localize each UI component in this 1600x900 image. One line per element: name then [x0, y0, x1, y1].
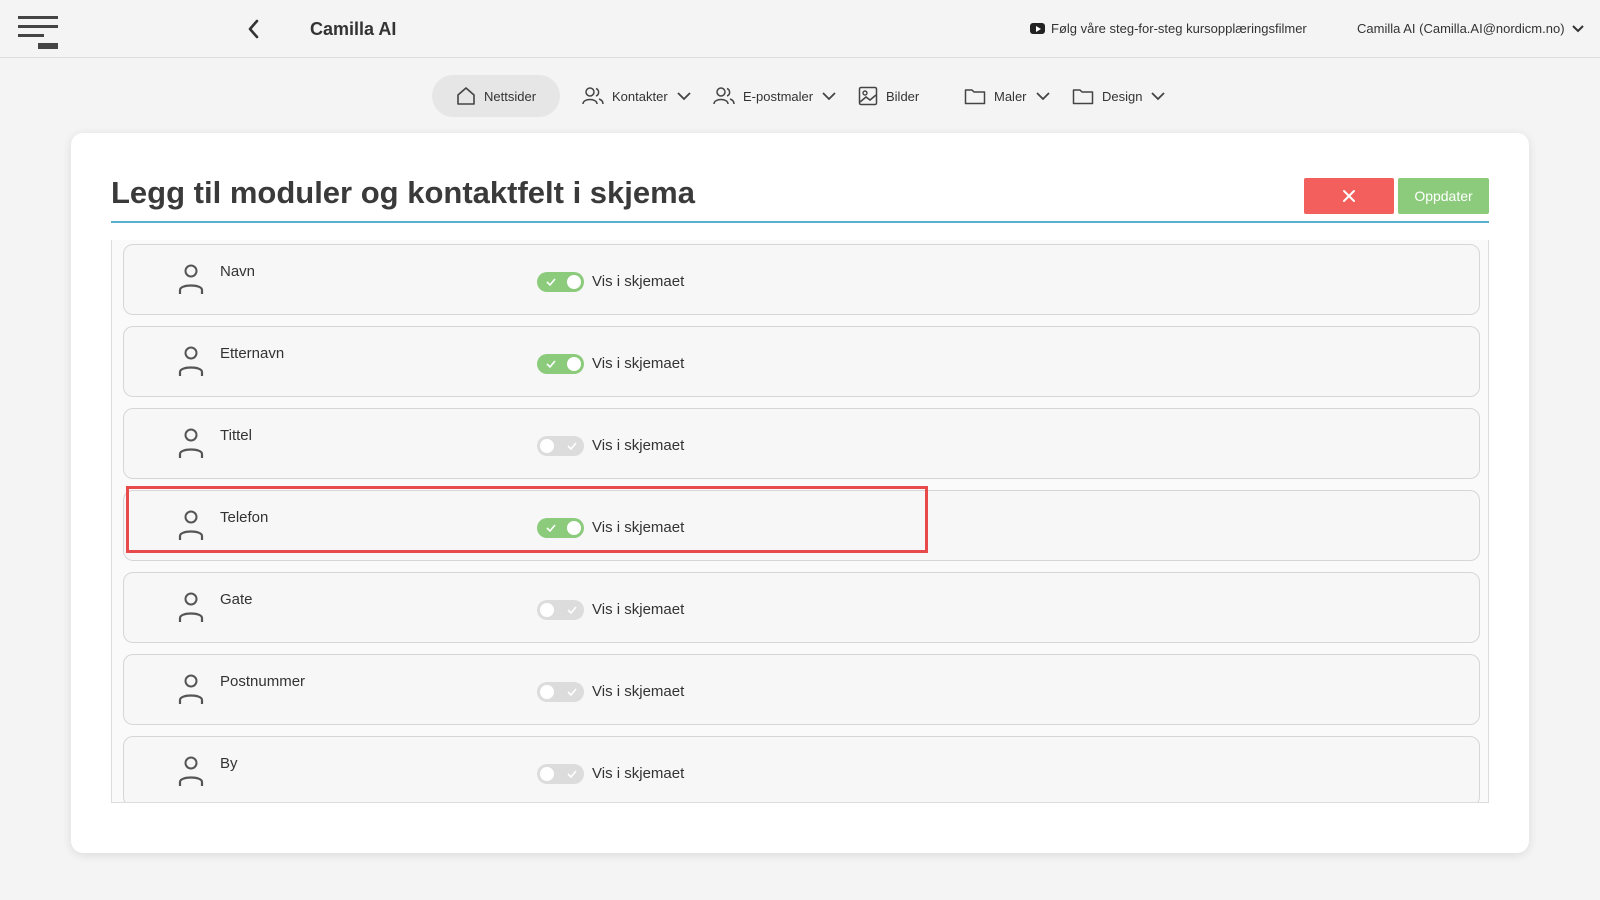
close-icon — [1343, 190, 1355, 202]
visibility-toggle[interactable] — [537, 436, 584, 456]
toggle-label: Vis i skjemaet — [592, 519, 685, 536]
person-icon — [178, 510, 204, 540]
field-label: By — [220, 755, 238, 772]
nav-item-label: Maler — [994, 88, 1027, 104]
field-row-by: By Vis i skjemaet — [123, 736, 1480, 802]
field-label: Tittel — [220, 427, 252, 444]
field-label: Telefon — [220, 509, 269, 526]
field-row-etternavn: Etternavn Vis i skjemaet — [123, 326, 1480, 397]
field-row-tittel: Tittel Vis i skjemaet — [123, 408, 1480, 479]
person-icon — [178, 428, 204, 458]
youtube-icon — [1030, 23, 1045, 34]
field-label: Etternavn — [220, 345, 285, 362]
toggle-label: Vis i skjemaet — [592, 683, 685, 700]
field-label: Gate — [220, 591, 253, 608]
toggle-label: Vis i skjemaet — [592, 601, 685, 618]
chevron-down-icon — [1151, 92, 1166, 101]
check-icon — [546, 278, 556, 287]
tutorial-link-label: Følg våre steg-for-steg kursopplæringsfi… — [1051, 21, 1307, 36]
field-label: Postnummer — [220, 673, 306, 690]
nav-item-label: Kontakter — [612, 88, 668, 104]
check-icon — [567, 606, 577, 615]
nav-item-design[interactable]: Design — [1072, 75, 1166, 117]
main-nav: Nettsider Kontakter E-postmaler Bilder M… — [0, 75, 1600, 117]
top-bar: Camilla AI Følg våre steg-for-steg kurso… — [0, 0, 1600, 58]
home-icon — [457, 87, 475, 105]
image-icon — [858, 86, 878, 106]
nav-item-epostmaler[interactable]: E-postmaler — [713, 75, 837, 117]
back-arrow-icon[interactable] — [244, 18, 264, 40]
field-label: Navn — [220, 263, 256, 280]
field-row-postnummer: Postnummer Vis i skjemaet — [123, 654, 1480, 725]
check-icon — [546, 360, 556, 369]
nav-item-kontakter[interactable]: Kontakter — [582, 75, 692, 117]
nav-item-label: E-postmaler — [743, 88, 814, 104]
field-row-gate: Gate Vis i skjemaet — [123, 572, 1480, 643]
close-button[interactable] — [1304, 178, 1394, 214]
chevron-down-icon — [822, 92, 836, 101]
person-icon — [178, 264, 204, 294]
toggle-label: Vis i skjemaet — [592, 765, 685, 782]
visibility-toggle[interactable] — [537, 682, 584, 702]
visibility-toggle[interactable] — [537, 354, 584, 374]
person-icon — [178, 674, 204, 704]
tutorial-link[interactable]: Følg våre steg-for-steg kursopplæringsfi… — [1030, 21, 1307, 36]
nav-item-label: Nettsider — [484, 88, 537, 104]
nav-item-label: Bilder — [886, 88, 920, 104]
nav-item-label: Design — [1102, 88, 1143, 104]
check-icon — [546, 524, 556, 533]
toggle-label: Vis i skjemaet — [592, 355, 685, 372]
nav-item-bilder[interactable]: Bilder — [858, 75, 919, 117]
field-list[interactable]: Navn Vis i skjemaet Etternavn Vis i skje… — [111, 240, 1489, 803]
form-fields-dialog: Legg til moduler og kontaktfelt i skjema… — [71, 133, 1529, 853]
toggle-label: Vis i skjemaet — [592, 273, 685, 290]
toggle-label: Vis i skjemaet — [592, 437, 685, 454]
title-divider — [111, 221, 1489, 223]
check-icon — [567, 770, 577, 779]
person-icon — [178, 346, 204, 376]
visibility-toggle[interactable] — [537, 272, 584, 292]
field-row-telefon: Telefon Vis i skjemaet — [123, 490, 1480, 561]
chevron-down-icon — [1035, 92, 1050, 101]
visibility-toggle[interactable] — [537, 600, 584, 620]
visibility-toggle[interactable] — [537, 764, 584, 784]
update-button[interactable]: Oppdater — [1398, 178, 1489, 214]
menu-icon[interactable] — [18, 16, 60, 54]
app-title: Camilla AI — [310, 19, 397, 39]
chevron-down-icon — [677, 92, 691, 101]
user-menu[interactable]: Camilla AI (Camilla.AI@nordicm.no) — [1357, 21, 1585, 36]
field-row-navn: Navn Vis i skjemaet — [123, 244, 1480, 315]
visibility-toggle[interactable] — [537, 518, 584, 538]
check-icon — [567, 688, 577, 697]
folder-icon — [1072, 89, 1094, 105]
person-icon — [178, 592, 204, 622]
chevron-down-icon — [1571, 24, 1584, 32]
nav-item-nettsider[interactable]: Nettsider — [432, 75, 561, 117]
user-label: Camilla AI (Camilla.AI@nordicm.no) — [1357, 21, 1565, 36]
person-icon — [178, 756, 204, 786]
dialog-title: Legg til moduler og kontaktfelt i skjema — [111, 175, 695, 210]
nav-item-maler[interactable]: Maler — [964, 75, 1051, 117]
users-icon — [582, 87, 604, 105]
folder-icon — [964, 89, 986, 105]
users-icon — [713, 87, 735, 105]
check-icon — [567, 442, 577, 451]
